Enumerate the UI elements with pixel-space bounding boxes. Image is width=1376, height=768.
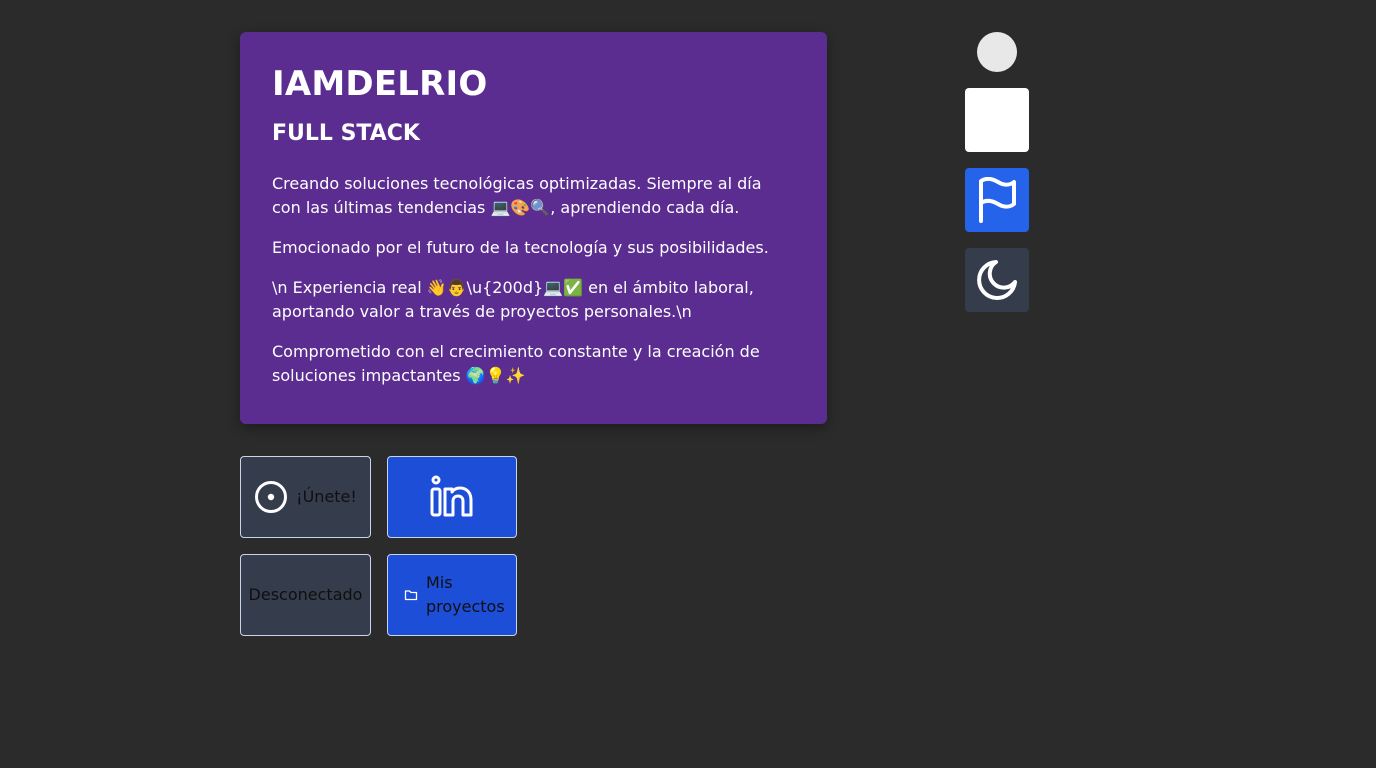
connection-status: Desconectado [240, 554, 371, 636]
bio-paragraph: \n Experiencia real 👋👨\u{200d}💻✅ en el á… [272, 278, 754, 321]
language-button[interactable] [965, 168, 1029, 232]
profile-card: IAMDELRIO FULL STACK Creando soluciones … [240, 32, 827, 424]
status-label: Desconectado [248, 585, 363, 604]
blank-button[interactable] [965, 88, 1029, 152]
linkedin-icon [429, 475, 475, 519]
projects-button[interactable]: Mis proyectos [387, 554, 517, 636]
moon-icon [976, 259, 1018, 301]
avatar[interactable] [977, 32, 1017, 72]
projects-label: Mis proyectos [426, 573, 505, 616]
bio-paragraph: Comprometido con el crecimiento constant… [272, 342, 760, 385]
join-button[interactable]: ¡Únete! [240, 456, 371, 538]
folder-icon [404, 588, 418, 602]
profile-role: FULL STACK [272, 121, 420, 146]
page: IAMDELRIO FULL STACK Creando soluciones … [0, 0, 1376, 768]
profile-name: IAMDELRIO [272, 64, 488, 104]
disc-icon [254, 480, 288, 514]
bio-paragraph: Emocionado por el futuro de la tecnologí… [272, 238, 769, 257]
linkedin-button[interactable] [387, 456, 517, 538]
flag-icon [977, 177, 1017, 223]
bio-paragraph: Creando soluciones tecnológicas optimiza… [272, 174, 762, 217]
theme-toggle-button[interactable] [965, 248, 1029, 312]
join-label: ¡Únete! [296, 487, 357, 506]
